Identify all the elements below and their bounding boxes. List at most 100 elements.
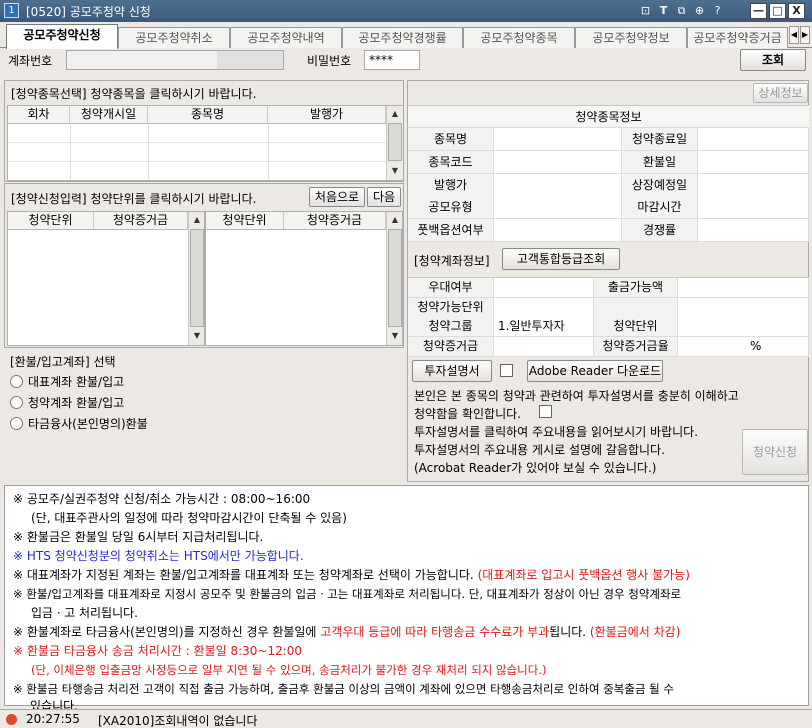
stock-grid-body[interactable] [8,124,386,180]
col-unit-right: 청약단위 [206,212,284,230]
stock-info-value [494,150,622,174]
tab-cancel[interactable]: 공모주청약취소 [118,27,230,48]
col-margin-right: 청약증거금 [284,212,386,230]
account-info-label: 청약단위 [594,317,678,337]
stock-info-value [698,196,809,220]
col-issue-price: 발행가 [268,106,386,124]
account-label: 계좌번호 [8,54,53,68]
notice-1: ※ 공모주/실권주청약 신청/취소 가능시간 : 08:00~16:00 [13,492,311,506]
account-info-value: % [678,336,809,357]
apply-grid-left[interactable]: 청약단위 청약증거금 ▲ ▼ [7,211,205,346]
password-label: 비밀번호 [307,54,352,68]
stock-info-label: 상장예정일 [622,173,698,197]
account-info-value [678,317,809,337]
refund-header: [환불/입고계좌] 선택 [10,355,116,369]
account-info-value [494,278,594,298]
apply-grid-left-scrollbar[interactable]: ▲ ▼ [188,212,204,345]
stock-info-label: 환불일 [622,150,698,174]
refund-option-main[interactable]: 대표계좌 환불/입고 [28,373,124,390]
account-info-value [678,278,809,298]
stock-grid-scrollbar[interactable]: ▲ ▼ [386,106,403,180]
text-icon[interactable]: T [656,4,671,18]
account-info-label: 청약증거금율 [594,336,678,357]
tab-scroll-left-icon[interactable]: ◀ [789,26,799,44]
prospectus-line2: 청약함을 확인합니다. [414,407,521,421]
maximize-icon[interactable]: □ [769,3,786,19]
stock-info-label: 종목명 [408,128,494,151]
status-message: [XA2010]조회내역이 없습니다 [98,714,258,728]
tab-scroll-right-icon[interactable]: ▶ [800,26,810,44]
status-icon [6,714,17,725]
prospectus-button[interactable]: 투자설명서 [412,360,492,382]
apply-input-panel: [청약신청입력] 청약단위를 클릭하시기 바랍니다. 처음으로 다음 청약단위 … [4,183,404,348]
prospectus-line4: 투자설명서의 주요내용 게시로 설명에 갈음합니다. [414,443,665,457]
apply-grid-right-scrollbar[interactable]: ▲ ▼ [386,212,402,345]
refund-radio-main[interactable] [10,375,23,388]
refund-option-apply[interactable]: 청약계좌 환불/입고 [28,394,124,411]
stock-info-label: 종목코드 [408,150,494,174]
right-panel: 상세정보 청약종목정보 종목명 청약종료일 종목코드 환불일 발행가 상장예정일 공모유형 마… [407,80,809,482]
apply-grid-right[interactable]: 청약단위 청약증거금 ▲ ▼ [205,211,403,346]
stock-info-table: 청약종목정보 종목명 청약종료일 종목코드 환불일 발행가 상장예정일 공모유형 마감시간 풋백… [408,105,809,243]
tab-margin[interactable]: 공모주청약증거금 [687,27,788,48]
confirm-checkbox[interactable] [539,405,552,418]
tab-info[interactable]: 공모주청약정보 [575,27,687,48]
scroll-down-icon[interactable]: ▼ [189,328,205,344]
notice-panel: ※ 공모주/실권주청약 신청/취소 가능시간 : 08:00~16:00 (단,… [4,485,809,706]
scroll-up-icon[interactable]: ▲ [387,212,403,228]
password-input[interactable]: **** [364,50,420,70]
scroll-thumb[interactable] [190,229,204,327]
prospectus-checkbox[interactable] [500,364,513,377]
link-icon[interactable]: ⊕ [692,4,707,18]
copy-icon[interactable]: ⧉ [674,4,689,18]
stock-info-value [698,219,809,243]
account-info-table: 우대여부 출금가능액 청약가능단위 청약그룹 1.일반투자자 청약단위 청약증거금 청약증거금… [408,277,809,357]
prospectus-line3: 투자설명서를 클릭하여 주요내용을 읽어보시기 바랍니다. [414,425,699,439]
window-title: [0520] 공모주청약 신청 [26,5,151,19]
first-button[interactable]: 처음으로 [309,187,365,207]
tab-apply[interactable]: 공모주청약신청 [6,24,118,49]
tab-history[interactable]: 공모주청약내역 [230,27,342,48]
notice-6: ※ 환불계좌로 타금융사(본인명의)를 지정하신 경우 환불일에 고객우대 등급… [13,625,681,639]
refund-radio-apply[interactable] [10,396,23,409]
account-info-label [594,297,678,318]
stock-info-label: 공모유형 [408,196,494,220]
scroll-down-icon[interactable]: ▼ [387,328,403,344]
status-time: 20:27:55 [26,712,80,726]
scroll-down-icon[interactable]: ▼ [387,163,403,179]
close-icon[interactable]: X [788,3,805,19]
notice-1b: (단, 대표주관사의 일정에 따라 청약마감시간이 단축될 수 있음) [31,511,347,525]
help-icon[interactable]: ? [710,4,725,18]
grade-button[interactable]: 고객통합등급조회 [502,248,620,270]
title-bar: 1 [0520] 공모주청약 신청 ⊡ T ⧉ ⊕ ? — □ X [0,0,812,22]
pin-icon[interactable]: ⊡ [638,4,653,18]
scroll-thumb[interactable] [388,229,402,327]
minimize-icon[interactable]: — [750,3,767,19]
stock-info-label: 경쟁률 [622,219,698,243]
account-input[interactable] [66,50,284,70]
refund-option-other[interactable]: 타금융사(본인명의)환불 [28,415,148,432]
col-unit-left: 청약단위 [8,212,94,230]
scroll-up-icon[interactable]: ▲ [189,212,205,228]
detail-button[interactable]: 상세정보 [753,83,808,103]
refund-radio-other[interactable] [10,417,23,430]
account-info-value [494,297,594,318]
tab-stocks[interactable]: 공모주청약종목 [463,27,575,48]
notice-8: ※ 환불금 타행송금 처리전 고객이 직접 출금 가능하며, 출금후 환불금 이… [13,682,674,696]
apply-button[interactable]: 청약신청 [742,429,808,475]
account-info-label: 우대여부 [408,278,494,298]
notice-5b: 입금ㆍ고 처리됩니다. [31,606,138,620]
adobe-download-button[interactable]: Adobe Reader 다운로드 [527,360,663,382]
account-info-label: 청약증거금 [408,336,494,357]
account-info-label: 청약그룹 [408,317,494,337]
stock-info-title: 청약종목정보 [408,106,809,128]
status-bar: 20:27:55 [XA2010]조회내역이 없습니다 [0,709,812,728]
query-button[interactable]: 조회 [740,49,806,71]
account-info-value [678,297,809,318]
scroll-thumb[interactable] [388,123,402,161]
next-button[interactable]: 다음 [367,187,401,207]
scroll-up-icon[interactable]: ▲ [387,106,403,122]
prospectus-line1: 본인은 본 종목의 청약과 관련하여 투자설명서를 충분히 이해하고 [414,389,739,403]
stock-info-value [494,196,622,220]
tab-competition[interactable]: 공모주청약경쟁률 [342,27,463,48]
